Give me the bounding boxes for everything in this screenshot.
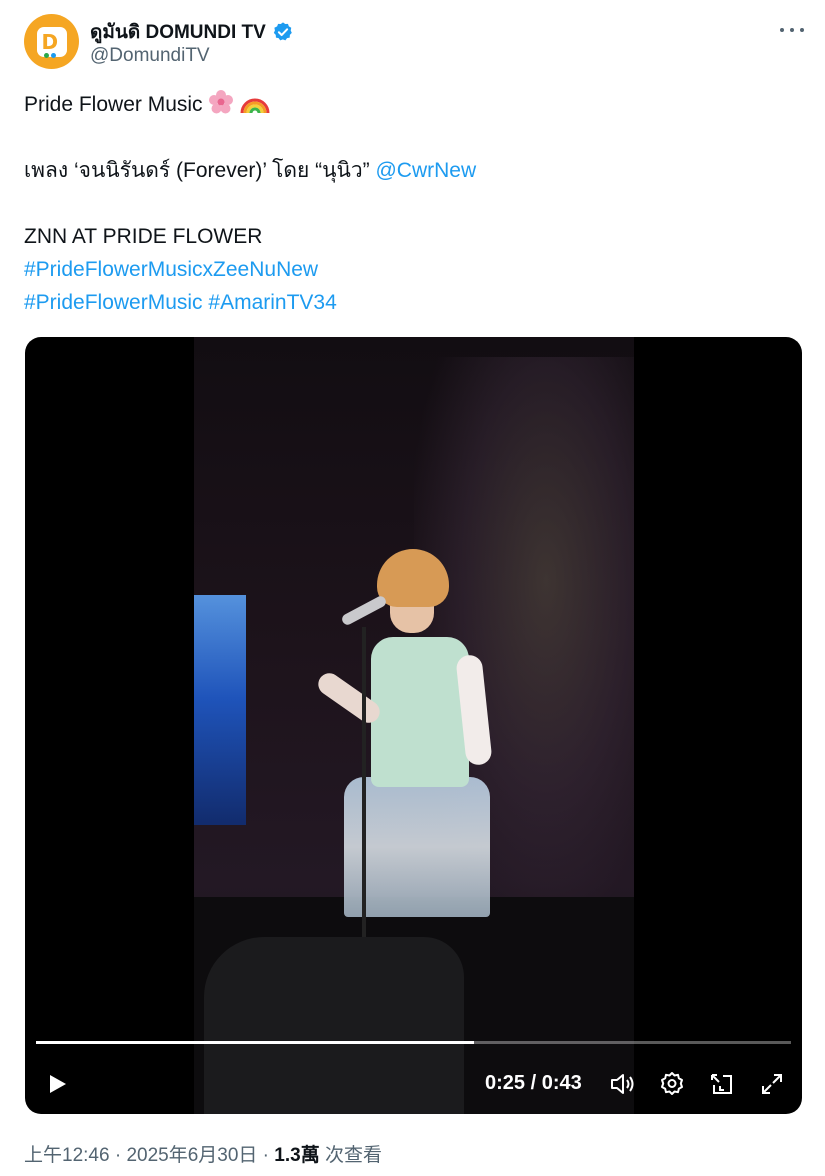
hashtag-link[interactable]: #PrideFlowerMusic	[24, 291, 203, 314]
avatar[interactable]: D	[24, 14, 79, 69]
settings-icon[interactable]	[659, 1071, 685, 1097]
foreground-camera	[204, 937, 464, 1114]
more-dot	[800, 28, 804, 32]
cherry-blossom-emoji	[209, 90, 234, 114]
performer-vest	[371, 637, 469, 787]
tweet-line-5: #PrideFlowerMusic #AmarinTV34	[24, 286, 337, 319]
verified-badge-icon	[273, 22, 292, 41]
hashtag-link[interactable]: #AmarinTV34	[208, 291, 336, 314]
tweet-time[interactable]: 上午12:46	[24, 1145, 110, 1166]
video-progress-bar[interactable]	[36, 1041, 791, 1044]
avatar-dot-blue	[50, 52, 56, 58]
display-name[interactable]: ดูมันดิ DOMUNDI TV	[90, 17, 266, 47]
tweet-line-3: ZNN AT PRIDE FLOWER	[24, 225, 263, 248]
tweet-title: Pride Flower Music	[24, 93, 203, 116]
author-handle[interactable]: @DomundiTV	[90, 45, 210, 67]
video-frame	[194, 337, 634, 1114]
rainbow-emoji	[240, 98, 270, 114]
tweet-line-1: Pride Flower Music	[24, 88, 270, 121]
avatar-dot-green	[43, 52, 49, 58]
tweet-line-2: เพลง ‘จนนิรันดร์ (Forever)’ โดย “นุนิว” …	[24, 154, 476, 187]
picture-in-picture-icon[interactable]	[709, 1071, 735, 1097]
fullscreen-icon[interactable]	[759, 1071, 785, 1097]
stage-light	[194, 595, 246, 825]
microphone	[340, 594, 388, 627]
tweet-meta: 上午12:46 · 2025年6月30日 · 1.3萬 次查看	[24, 1145, 383, 1166]
play-icon[interactable]	[45, 1072, 69, 1096]
views-count: 1.3萬	[274, 1145, 320, 1166]
mention-link[interactable]: @CwrNew	[375, 159, 476, 182]
avatar-logo: D	[36, 26, 67, 58]
video-progress-fill	[36, 1041, 474, 1044]
hashtag-link[interactable]: #PrideFlowerMusicxZeeNuNew	[24, 253, 318, 286]
more-dot	[780, 28, 784, 32]
more-icon[interactable]	[780, 18, 804, 42]
views-label: 次查看	[325, 1145, 383, 1166]
author-name-row[interactable]: ดูมันดิ DOMUNDI TV	[90, 17, 294, 47]
video-time: 0:25 / 0:43	[485, 1072, 582, 1094]
mic-stand	[362, 627, 366, 957]
song-credit: เพลง ‘จนนิรันดร์ (Forever)’ โดย “นุนิว”	[24, 159, 376, 182]
more-dot	[790, 28, 794, 32]
video-player[interactable]: 0:25 / 0:43	[25, 337, 802, 1114]
avatar-letter: D	[41, 29, 59, 54]
tweet-date[interactable]: 2025年6月30日	[126, 1145, 257, 1166]
volume-icon[interactable]	[609, 1071, 635, 1097]
